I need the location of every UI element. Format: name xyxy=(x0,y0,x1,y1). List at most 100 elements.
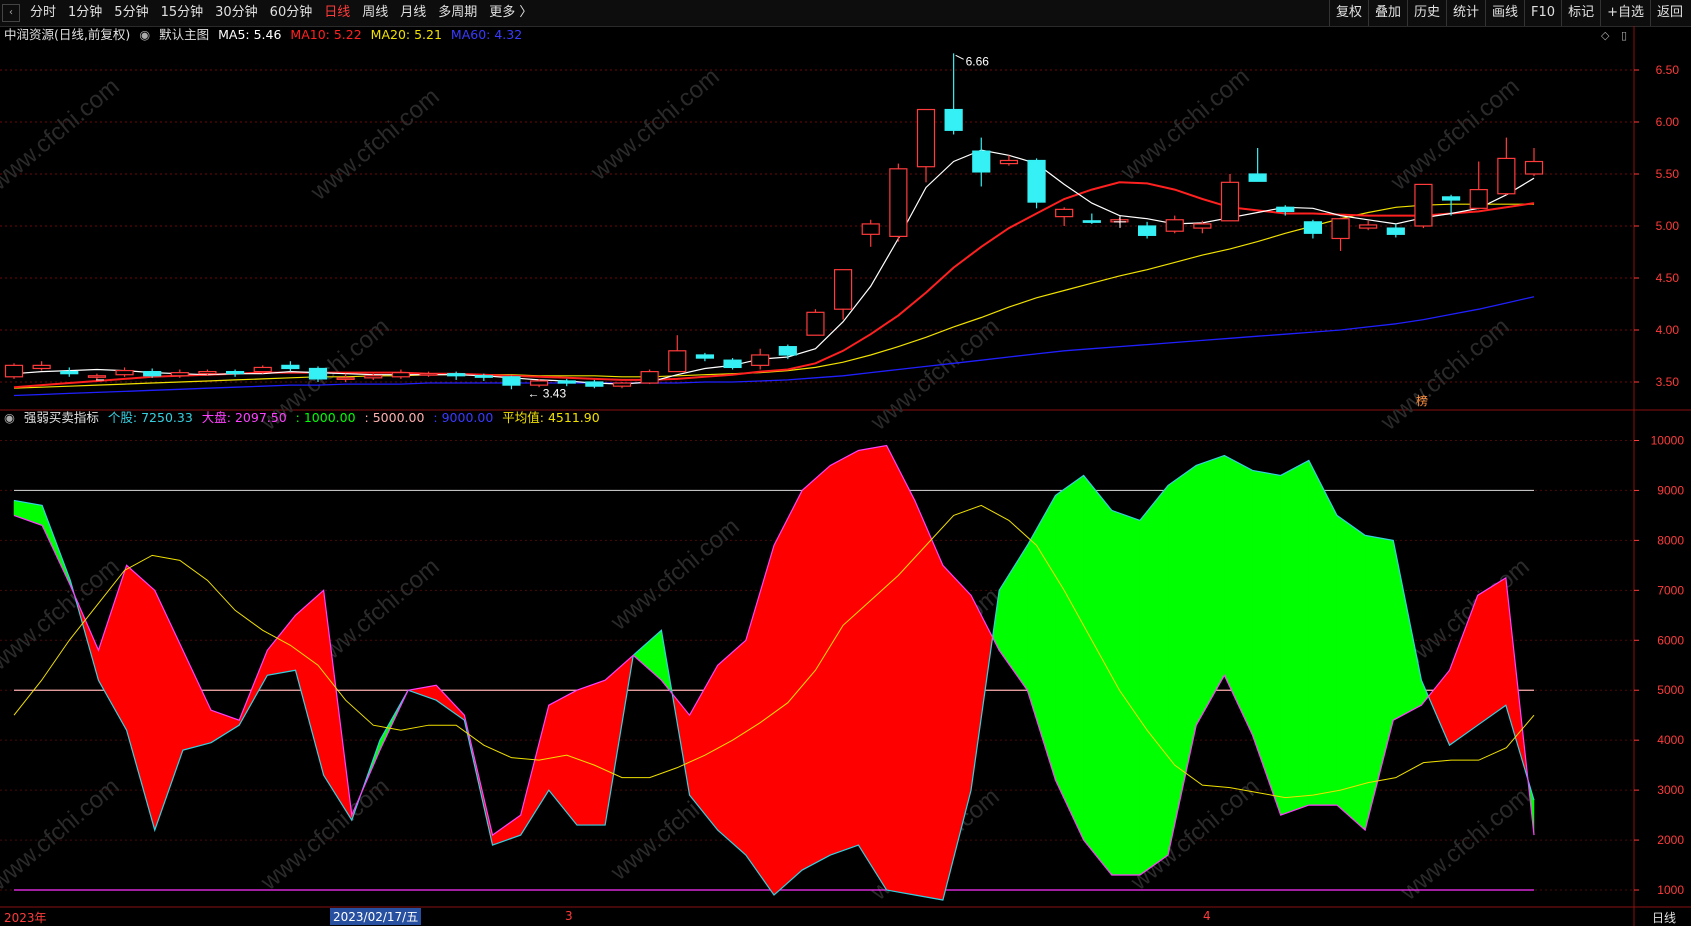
indicator-tick-label: 8000 xyxy=(1657,533,1684,547)
main-legend: 中润资源(日线,前复权) ◉ 默认主图 MA5: 5.46 MA10: 5.22… xyxy=(4,27,527,43)
candle-up xyxy=(4,364,24,378)
average-label: 平均值: 4511.90 xyxy=(502,410,600,425)
candle-up xyxy=(391,372,411,378)
low-price-annotation: ← 3.43 xyxy=(527,386,566,400)
candle-up xyxy=(1359,224,1378,229)
kline-chart[interactable]: 3.50 4.00 4.50 5.00 5.50 6.00 6.50 1000 2000 3000… xyxy=(0,0,1691,926)
candle-down xyxy=(225,371,245,375)
candle-up xyxy=(916,108,936,168)
settings-icon[interactable]: ◉ xyxy=(139,27,150,42)
candle-up xyxy=(87,375,107,378)
watermark-text: www.cfchi.com xyxy=(605,513,745,636)
watermark-text: www.cfchi.com xyxy=(255,773,395,896)
fill-green xyxy=(1195,455,1225,727)
candle-up xyxy=(833,269,853,310)
fill-green xyxy=(632,629,662,681)
candle-up xyxy=(640,371,659,384)
candle-up xyxy=(419,373,438,376)
watermark-text: www.cfchi.com xyxy=(1395,783,1535,906)
candle-down xyxy=(778,346,797,356)
watermark-text: www.cfchi.com xyxy=(0,73,125,196)
candle-up xyxy=(1414,183,1433,227)
fill-red xyxy=(576,679,606,826)
panel-icon[interactable]: ▯ xyxy=(1621,29,1627,42)
candle-down xyxy=(502,376,521,386)
watermark-text: www.cfchi.com xyxy=(1115,63,1255,186)
fill-red xyxy=(154,590,184,831)
fill-green xyxy=(1055,474,1084,841)
candle-down xyxy=(308,367,328,380)
price-tick-label: 4.50 xyxy=(1656,271,1680,285)
candle-up xyxy=(1524,160,1544,175)
ma10-line xyxy=(13,181,1535,389)
fill-red xyxy=(1428,669,1450,746)
candle-down xyxy=(695,354,715,359)
watermark-text: www.cfchi.com xyxy=(0,773,125,896)
candle-up xyxy=(612,382,632,387)
price-tick-label: 5.00 xyxy=(1656,219,1680,233)
indicator-tick-label: 3000 xyxy=(1657,783,1684,797)
fill-red xyxy=(858,445,887,891)
candle-up xyxy=(1469,189,1488,209)
candle-up xyxy=(806,311,825,336)
month-apr-label: 4 xyxy=(1203,909,1211,923)
candle-down xyxy=(474,375,493,378)
period-label: 日线 xyxy=(1652,911,1677,925)
fill-green xyxy=(1224,455,1253,736)
fill-green xyxy=(1111,510,1141,876)
ma5-label: MA5: 5.46 xyxy=(218,27,282,42)
ma60-label: MA60: 4.32 xyxy=(450,27,523,42)
stock-title: 中润资源(日线,前复权) xyxy=(4,27,131,42)
candle-up xyxy=(364,375,383,379)
candle-down xyxy=(1276,206,1295,213)
indicator-tick-label: 1000 xyxy=(1657,883,1684,897)
candle-down xyxy=(1441,196,1461,201)
line-5000-label: : 5000.00 xyxy=(364,410,425,425)
settings-icon[interactable]: ◉ xyxy=(4,410,15,425)
watermark-text: www.cfchi.com xyxy=(585,63,725,186)
candle-up xyxy=(668,350,687,373)
panel-controls: ◇ ▯ xyxy=(1601,29,1627,42)
fill-red xyxy=(520,705,550,836)
fill-green xyxy=(1139,484,1169,876)
year-label: 2023年 xyxy=(4,911,47,925)
candle-down xyxy=(60,371,79,375)
line-9000-label: : 9000.00 xyxy=(433,410,494,425)
fill-green xyxy=(1364,535,1394,831)
indicator-title[interactable]: 强弱买卖指标 xyxy=(24,410,99,425)
price-tick-label: 6.50 xyxy=(1656,63,1680,77)
chart-name[interactable]: 默认主图 xyxy=(159,27,209,42)
market-value-label: 大盘: 2097.50 xyxy=(201,410,287,425)
price-tick-label: 3.50 xyxy=(1656,375,1680,389)
candle-up xyxy=(1220,181,1240,222)
candle-down xyxy=(972,150,991,173)
candle-down xyxy=(1027,159,1046,203)
price-tick-label: 6.00 xyxy=(1656,115,1680,129)
strength-fill-group xyxy=(13,445,1535,901)
fill-red xyxy=(773,490,803,896)
candle-down xyxy=(723,359,742,369)
candle-down xyxy=(1137,225,1157,236)
fill-red xyxy=(830,450,859,856)
watermark-text: www.cfchi.com xyxy=(865,313,1005,436)
candle-down xyxy=(1303,221,1323,234)
candle-up xyxy=(115,369,134,376)
indicator-tick-label: 7000 xyxy=(1657,583,1684,597)
diamond-icon[interactable]: ◇ xyxy=(1601,29,1609,42)
indicator-tick-label: 2000 xyxy=(1657,833,1684,847)
month-mar-label: 3 xyxy=(565,909,573,923)
candle-up xyxy=(1193,223,1212,229)
candle-down xyxy=(557,380,576,384)
candle-down xyxy=(447,373,466,377)
candle-up xyxy=(751,354,770,366)
candle-down xyxy=(944,108,963,131)
candle-down xyxy=(1082,220,1101,223)
candle-up xyxy=(861,223,880,235)
fill-red xyxy=(886,445,915,896)
candle-up xyxy=(999,159,1019,165)
fill-green xyxy=(1167,464,1197,856)
candle-up xyxy=(1055,208,1074,218)
fill-red xyxy=(1477,577,1507,726)
stock-value-label: 个股: 7250.33 xyxy=(107,410,193,425)
candle-down xyxy=(1248,173,1267,182)
